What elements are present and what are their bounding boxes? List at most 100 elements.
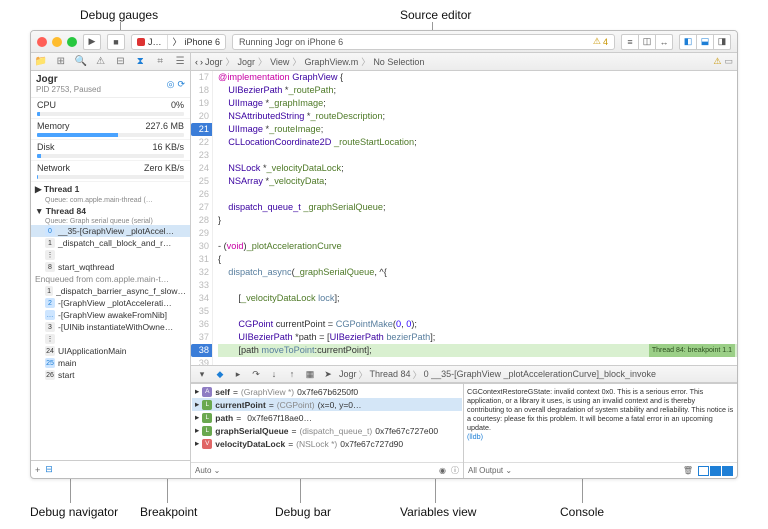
jump-segment[interactable]: No Selection — [373, 57, 424, 67]
gauge-disk[interactable]: Disk16 KB/s — [31, 140, 190, 161]
stack-frame[interactable]: 1_dispatch_call_block_and_r… — [31, 237, 190, 249]
line-number[interactable]: 28 — [191, 214, 209, 227]
standard-editor-button[interactable]: ≡ — [621, 34, 639, 50]
line-number[interactable]: 33 — [191, 279, 209, 292]
location-icon[interactable]: ➤ — [321, 369, 335, 380]
console-filter-selector[interactable]: All Output ⌄ — [468, 466, 512, 475]
line-number[interactable]: 34 — [191, 292, 209, 305]
variable-row[interactable]: ▸Lpath = 0x7fe67f18ae0… — [192, 411, 462, 424]
version-editor-button[interactable]: ↔ — [655, 34, 673, 50]
line-number[interactable]: 26 — [191, 188, 209, 201]
line-number[interactable]: 32 — [191, 266, 209, 279]
line-number[interactable]: 18 — [191, 84, 209, 97]
code-line[interactable]: - (void)_plotAccelerationCurve — [218, 240, 737, 253]
scheme-selector[interactable]: J… 〉iPhone 6 — [131, 34, 226, 50]
navigator-tab-4[interactable]: ⊟ — [111, 56, 131, 67]
line-number[interactable]: 19 — [191, 97, 209, 110]
line-number[interactable]: 36 — [191, 318, 209, 331]
code-line[interactable]: { — [218, 253, 737, 266]
pane-toggle[interactable] — [698, 466, 733, 476]
toggle-utilities-button[interactable]: ◨ — [713, 34, 731, 50]
filter-input[interactable] — [58, 465, 186, 474]
line-number[interactable]: 22 — [191, 136, 209, 149]
line-number[interactable]: 37 — [191, 331, 209, 344]
line-number[interactable]: 38 — [191, 344, 212, 357]
navigator-tab-5[interactable]: ⧗ — [130, 56, 150, 67]
code-line[interactable]: UIBezierPath *path = [UIBezierPath bezie… — [218, 331, 737, 344]
code-line[interactable]: UIImage *_routeImage; — [218, 123, 737, 136]
stack-frame[interactable]: ⋮ — [31, 249, 190, 261]
navigator-tab-2[interactable]: 🔍 — [71, 56, 91, 67]
code-line[interactable]: NSArray *_velocityData; — [218, 175, 737, 188]
step-into-icon[interactable]: ↓ — [267, 369, 281, 379]
code-line[interactable] — [218, 279, 737, 292]
toggle-debug-button[interactable]: ⬓ — [696, 34, 714, 50]
navigator-tab-3[interactable]: ⚠︎ — [91, 56, 111, 67]
issue-nav-icon[interactable]: ▭ — [724, 56, 733, 67]
line-gutter[interactable]: 1718192021222324252627282930313233343536… — [191, 71, 213, 365]
gauge-cpu[interactable]: CPU0% — [31, 98, 190, 119]
toggle-navigator-button[interactable]: ◧ — [679, 34, 697, 50]
hide-debug-icon[interactable]: ▾ — [195, 369, 209, 380]
code-line[interactable]: CLLocationCoordinate2D _routeStartLocati… — [218, 136, 737, 149]
line-number[interactable]: 39 — [191, 357, 209, 365]
code-line[interactable]: UIImage *_graphImage; — [218, 97, 737, 110]
variable-row[interactable]: ▸LgraphSerialQueue = (dispatch_queue_t) … — [192, 424, 462, 437]
stack-frame[interactable]: 2-[GraphView _plotAccelerati… — [31, 297, 190, 309]
warning-badge[interactable]: ⚠︎ 4 — [593, 36, 608, 47]
code-line[interactable] — [218, 188, 737, 201]
stack-frame[interactable]: 26start — [31, 369, 190, 381]
line-number[interactable]: 23 — [191, 149, 209, 162]
stack-frame[interactable]: 0__35-[GraphView _plotAccel… — [31, 225, 190, 237]
stack-frame[interactable]: …-[GraphView awakeFromNib] — [31, 309, 190, 321]
jump-segment[interactable]: Jogr — [238, 57, 256, 67]
code-line[interactable] — [218, 149, 737, 162]
console-output[interactable]: CGContextRestoreGState: invalid context … — [464, 384, 737, 462]
minimize-icon[interactable] — [52, 37, 62, 47]
jump-segment[interactable]: GraphView.m — [304, 57, 358, 67]
stack-frame[interactable]: 3-[UINib instantiateWithOwne… — [31, 321, 190, 333]
line-number[interactable]: 17 — [191, 71, 209, 84]
thread-header[interactable]: ▶ Thread 1 — [31, 182, 190, 197]
jump-segment[interactable]: Jogr — [205, 57, 223, 67]
line-number[interactable]: 20 — [191, 110, 209, 123]
navigator-tab-6[interactable]: ⌗ — [150, 56, 170, 67]
clear-console-icon[interactable]: 🗑 — [683, 466, 693, 475]
history-fwd-icon[interactable]: › — [200, 57, 203, 67]
navigator-tab-1[interactable]: ⊞ — [51, 56, 71, 67]
debug-crumb[interactable]: Jogr 〉 Thread 84 〉 0 __35-[GraphView _pl… — [339, 368, 733, 381]
variable-row[interactable]: ▸VvelocityDataLock = (NSLock *) 0x7fe67c… — [192, 437, 462, 450]
step-out-icon[interactable]: ↑ — [285, 369, 299, 379]
view-hierarchy-icon[interactable]: ▦ — [303, 369, 317, 380]
stack-frame[interactable]: 8start_wqthread — [31, 261, 190, 273]
navigator-tab-7[interactable]: ☰ — [170, 56, 190, 67]
line-number[interactable]: 27 — [191, 201, 209, 214]
code-line[interactable]: dispatch_queue_t _graphSerialQueue; — [218, 201, 737, 214]
code-line[interactable]: [_velocityDataLock lock]; — [218, 292, 737, 305]
code-line[interactable]: [path moveToPoint:currentPoint]; — [218, 344, 737, 357]
step-over-icon[interactable]: ↷ — [249, 369, 263, 380]
line-number[interactable]: 30 — [191, 240, 209, 253]
line-number[interactable]: 35 — [191, 305, 209, 318]
jump-bar[interactable]: ‹ › Jogr〉Jogr〉View〉GraphView.m〉No Select… — [191, 53, 737, 70]
assistant-editor-button[interactable]: ◫ — [638, 34, 656, 50]
stop-button[interactable]: ■ — [107, 34, 125, 50]
toggle-breakpoints-icon[interactable]: ◆ — [213, 369, 227, 380]
navigator-tab-0[interactable]: 📁 — [31, 56, 51, 67]
line-number[interactable]: 29 — [191, 227, 209, 240]
process-row[interactable]: Jogr PID 2753, Paused ◎ ⟳ — [31, 71, 190, 98]
warning-icon[interactable]: ⚠︎ — [713, 56, 721, 67]
variable-row[interactable]: ▸Aself = (GraphView *) 0x7fe67b6250f0 — [192, 385, 462, 398]
gauge-memory[interactable]: Memory227.6 MB — [31, 119, 190, 140]
quicklook-icon[interactable]: ◉ — [439, 466, 446, 475]
line-number[interactable]: 24 — [191, 162, 209, 175]
refresh-icon[interactable]: ⟳ — [177, 79, 185, 90]
code-line[interactable]: NSLock *_velocityDataLock; — [218, 162, 737, 175]
jump-segment[interactable]: View — [270, 57, 289, 67]
print-description-icon[interactable]: ⓘ — [451, 465, 459, 476]
continue-icon[interactable]: ▸ — [231, 369, 245, 380]
line-number[interactable]: 21 — [191, 123, 212, 136]
code-line[interactable]: NSAttributedString *_routeDescription; — [218, 110, 737, 123]
code-line[interactable]: dispatch_async(_graphSerialQueue, ^{ — [218, 266, 737, 279]
stack-frame[interactable]: 24UIApplicationMain — [31, 345, 190, 357]
